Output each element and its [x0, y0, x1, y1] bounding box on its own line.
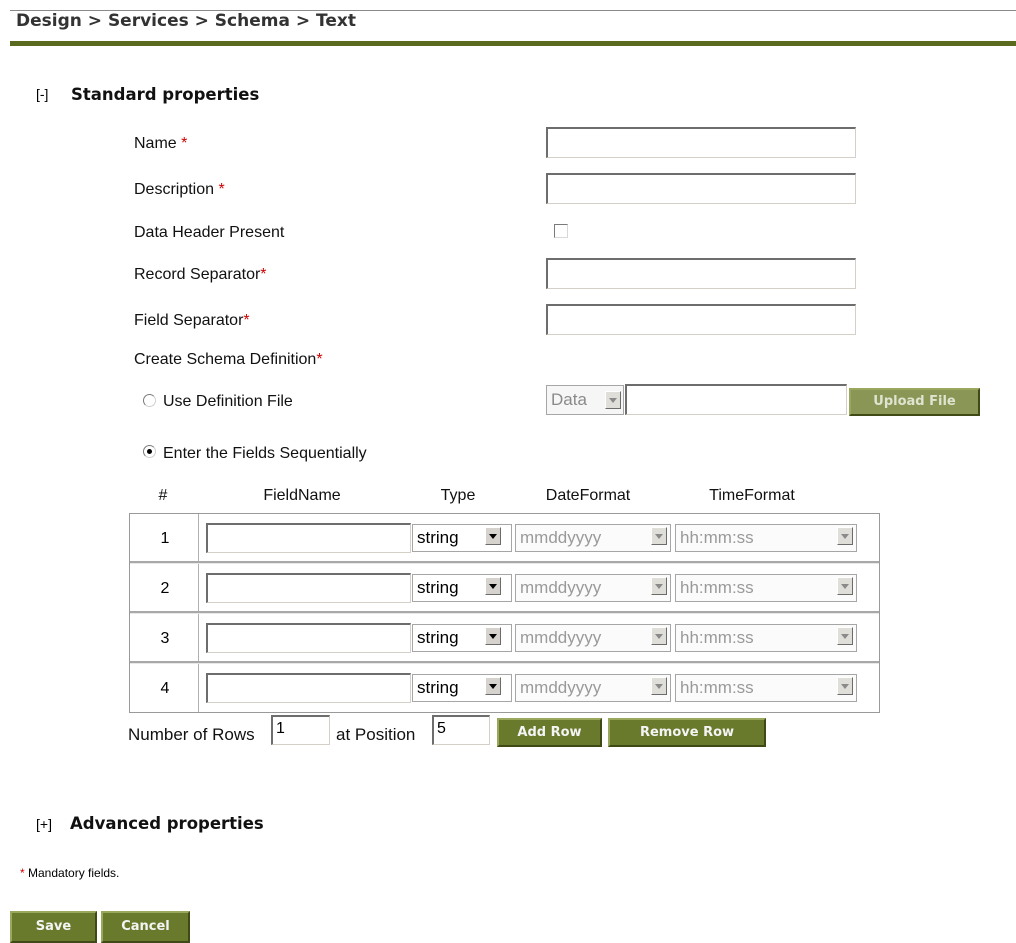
- type-select[interactable]: string: [412, 574, 512, 602]
- save-button[interactable]: Save: [10, 911, 97, 943]
- number-of-rows-input[interactable]: 1: [271, 715, 330, 745]
- dateformat-value: mmddyyyy: [520, 578, 602, 597]
- name-label: Name *: [134, 135, 188, 152]
- number-of-rows-label: Number of Rows: [128, 725, 255, 744]
- timeformat-select[interactable]: hh:mm:ss: [675, 674, 857, 702]
- at-position-label: at Position: [336, 725, 416, 744]
- type-value: string: [417, 628, 459, 647]
- chevron-down-icon: [651, 577, 667, 595]
- type-value: string: [417, 678, 459, 697]
- table-row: 3 string mmddyyyy hh:mm:ss: [130, 614, 879, 662]
- advanced-properties-title: Advanced properties: [70, 814, 264, 833]
- enter-fields-label: Enter the Fields Sequentially: [163, 445, 367, 462]
- field-separator-input[interactable]: [546, 304, 856, 335]
- table-row: 4 string mmddyyyy hh:mm:ss: [130, 664, 879, 712]
- timeformat-value: hh:mm:ss: [680, 528, 754, 547]
- position-input[interactable]: 5: [432, 715, 490, 745]
- table-row: 1 string mmddyyyy hh:mm:ss: [130, 514, 879, 562]
- definition-type-select[interactable]: Data: [546, 385, 624, 415]
- enter-fields-radio[interactable]: [143, 445, 156, 458]
- timeformat-value: hh:mm:ss: [680, 628, 754, 647]
- required-marker: *: [20, 866, 25, 880]
- definition-type-value: Data: [551, 390, 587, 409]
- dateformat-select[interactable]: mmddyyyy: [515, 574, 671, 602]
- timeformat-select[interactable]: hh:mm:ss: [675, 624, 857, 652]
- timeformat-value: hh:mm:ss: [680, 678, 754, 697]
- required-marker: *: [243, 312, 250, 329]
- row-number: 1: [160, 530, 170, 547]
- dateformat-value: mmddyyyy: [520, 528, 602, 547]
- timeformat-select[interactable]: hh:mm:ss: [675, 574, 857, 602]
- standard-properties-toggle[interactable]: [-]: [36, 86, 48, 102]
- upload-file-button[interactable]: Upload File: [849, 388, 980, 416]
- name-input[interactable]: [546, 127, 856, 158]
- column-header-dateformat: DateFormat: [545, 487, 631, 504]
- table-row: 2 string mmddyyyy hh:mm:ss: [130, 564, 879, 612]
- fieldname-input[interactable]: [206, 573, 411, 603]
- record-separator-input[interactable]: [546, 258, 856, 289]
- required-marker: *: [260, 266, 267, 283]
- chevron-down-icon: [651, 527, 667, 545]
- chevron-down-icon: [837, 577, 853, 595]
- row-number: 4: [160, 680, 170, 697]
- chevron-down-icon: [837, 627, 853, 645]
- chevron-down-icon: [485, 577, 501, 595]
- definition-file-input[interactable]: [625, 384, 847, 415]
- mandatory-note: * Mandatory fields.: [20, 866, 120, 880]
- column-header-fieldname: FieldName: [263, 487, 341, 504]
- chevron-down-icon: [605, 391, 621, 409]
- remove-row-button[interactable]: Remove Row: [608, 718, 766, 747]
- fieldname-input[interactable]: [206, 623, 411, 653]
- chevron-down-icon: [485, 677, 501, 695]
- fields-table: 1 string mmddyyyy hh:mm:ss 2 string mmdd…: [129, 513, 880, 713]
- type-value: string: [417, 578, 459, 597]
- description-label: Description *: [134, 181, 225, 198]
- fieldname-input[interactable]: [206, 523, 411, 553]
- row-number: 3: [160, 630, 170, 647]
- type-select[interactable]: string: [412, 524, 512, 552]
- dateformat-select[interactable]: mmddyyyy: [515, 674, 671, 702]
- timeformat-select[interactable]: hh:mm:ss: [675, 524, 857, 552]
- field-separator-label: Field Separator*: [134, 312, 250, 329]
- dateformat-select[interactable]: mmddyyyy: [515, 624, 671, 652]
- dateformat-value: mmddyyyy: [520, 678, 602, 697]
- chevron-down-icon: [837, 527, 853, 545]
- record-separator-label: Record Separator*: [134, 266, 267, 283]
- required-marker: *: [218, 181, 225, 198]
- advanced-properties-toggle[interactable]: [+]: [36, 816, 52, 832]
- use-definition-file-label: Use Definition File: [163, 393, 293, 410]
- chevron-down-icon: [651, 627, 667, 645]
- type-select[interactable]: string: [412, 674, 512, 702]
- use-definition-file-radio[interactable]: [143, 394, 156, 407]
- create-schema-label: Create Schema Definition*: [134, 351, 323, 368]
- breadcrumb: Design > Services > Schema > Text: [16, 11, 356, 31]
- type-select[interactable]: string: [412, 624, 512, 652]
- column-header-type: Type: [440, 487, 476, 504]
- radio-selected-dot: [147, 449, 152, 454]
- cancel-button[interactable]: Cancel: [101, 911, 190, 943]
- chevron-down-icon: [837, 677, 853, 695]
- data-header-label: Data Header Present: [134, 224, 285, 241]
- dateformat-select[interactable]: mmddyyyy: [515, 524, 671, 552]
- dateformat-value: mmddyyyy: [520, 628, 602, 647]
- chevron-down-icon: [651, 677, 667, 695]
- type-value: string: [417, 528, 459, 547]
- standard-properties-title: Standard properties: [71, 85, 260, 104]
- column-header-number: #: [158, 487, 168, 504]
- required-marker: *: [316, 351, 323, 368]
- description-input[interactable]: [546, 173, 856, 204]
- fieldname-input[interactable]: [206, 673, 411, 703]
- timeformat-value: hh:mm:ss: [680, 578, 754, 597]
- add-row-button[interactable]: Add Row: [497, 718, 602, 747]
- row-number: 2: [160, 580, 170, 597]
- chevron-down-icon: [485, 527, 501, 545]
- column-header-timeformat: TimeFormat: [709, 487, 795, 504]
- chevron-down-icon: [485, 627, 501, 645]
- required-marker: *: [181, 135, 188, 152]
- data-header-checkbox[interactable]: [554, 224, 568, 238]
